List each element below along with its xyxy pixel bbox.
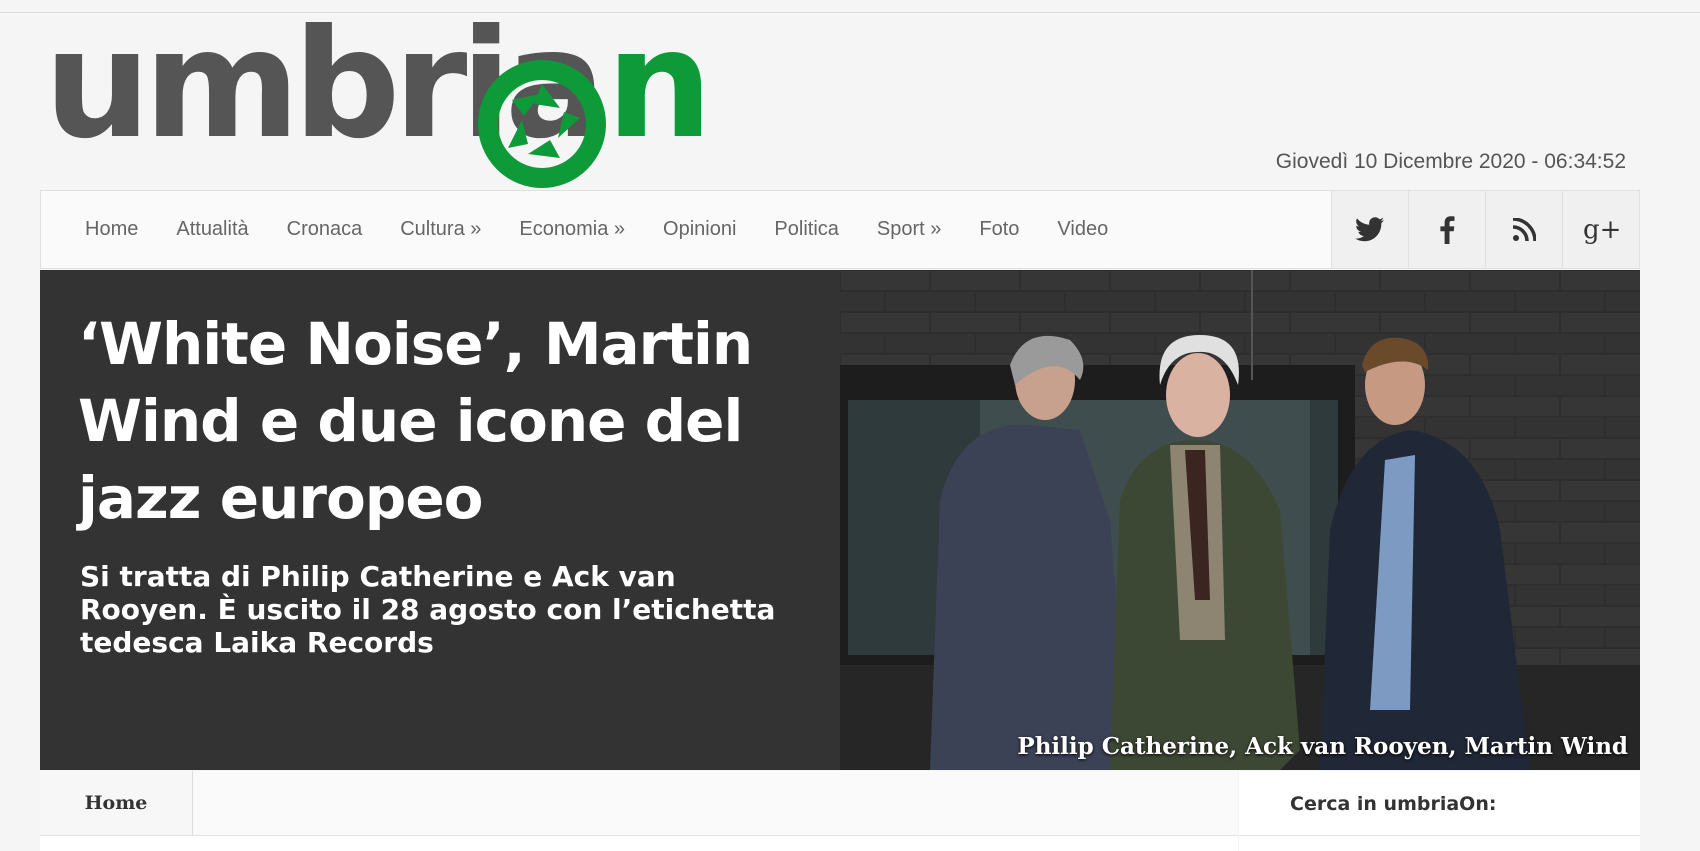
article-headline[interactable]: ‘White Noise’, Martin Wind e due icone d… xyxy=(78,306,778,537)
nav-item-attualita[interactable]: Attualità xyxy=(176,218,248,241)
photo-caption: Philip Catherine, Ack van Rooyen, Martin… xyxy=(1017,733,1628,760)
nav-item-home[interactable]: Home xyxy=(85,218,138,241)
main-content-area xyxy=(40,836,1238,851)
sidebar-search-header: Cerca in umbriaOn: xyxy=(1239,771,1640,836)
musicians-photo xyxy=(840,270,1640,770)
google-plus-button[interactable]: g+ xyxy=(1562,191,1639,268)
hero-photo[interactable]: Philip Catherine, Ack van Rooyen, Martin… xyxy=(840,270,1640,770)
svg-text:g+: g+ xyxy=(1583,216,1619,244)
current-datetime: Giovedì 10 Dicembre 2020 - 06:34:52 xyxy=(1275,150,1626,173)
facebook-button[interactable] xyxy=(1408,191,1485,268)
menu: Home Attualità Cronaca Cultura » Economi… xyxy=(41,191,1146,268)
hero-text-panel[interactable]: ‘White Noise’, Martin Wind e due icone d… xyxy=(40,270,840,770)
nav-item-opinioni[interactable]: Opinioni xyxy=(663,218,736,241)
rss-icon xyxy=(1512,217,1536,241)
rss-button[interactable] xyxy=(1485,191,1562,268)
article-subheadline: Si tratta di Philip Catherine e Ack van … xyxy=(80,560,776,659)
breadcrumb: Home xyxy=(40,771,1238,836)
nav-item-politica[interactable]: Politica xyxy=(774,218,838,241)
facebook-icon xyxy=(1440,215,1455,244)
nav-item-foto[interactable]: Foto xyxy=(979,218,1019,241)
social-links: g+ xyxy=(1331,191,1639,268)
twitter-button[interactable] xyxy=(1331,191,1408,268)
nav-item-cultura[interactable]: Cultura » xyxy=(400,218,481,241)
nav-item-cronaca[interactable]: Cronaca xyxy=(287,218,363,241)
logo-aperture-icon xyxy=(478,60,606,188)
sidebar-search-area xyxy=(1239,836,1640,851)
nav-item-sport[interactable]: Sport » xyxy=(877,218,941,241)
google-plus-icon: g+ xyxy=(1583,216,1619,244)
search-label: Cerca in umbriaOn: xyxy=(1290,793,1497,815)
twitter-icon xyxy=(1355,216,1384,241)
right-gutter xyxy=(1658,13,1700,851)
breadcrumb-home[interactable]: Home xyxy=(40,771,193,835)
nav-item-economia[interactable]: Economia » xyxy=(519,218,625,241)
main-navigation: Home Attualità Cronaca Cultura » Economi… xyxy=(40,190,1640,269)
nav-item-video[interactable]: Video xyxy=(1057,218,1108,241)
logo-text-end: n xyxy=(606,0,713,172)
